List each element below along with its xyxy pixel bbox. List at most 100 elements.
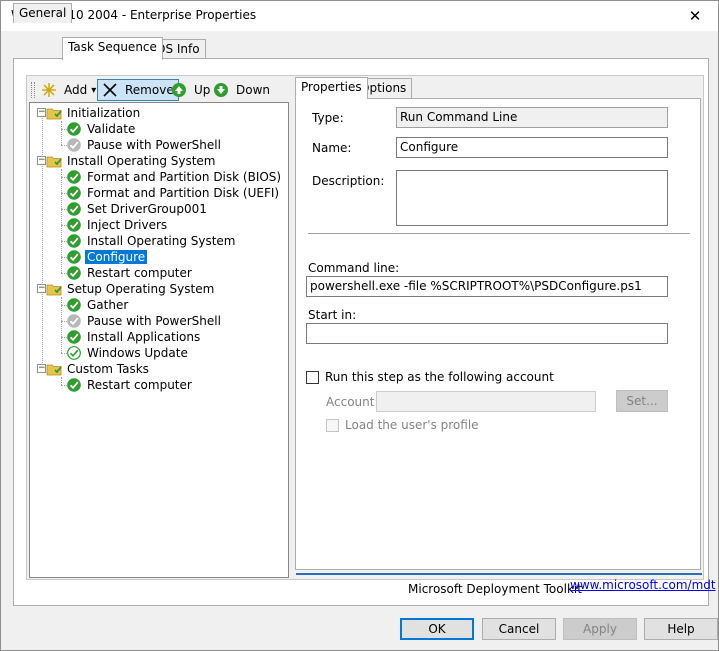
tree-item-label: Install Applications xyxy=(87,330,201,344)
task-sequence-tree[interactable]: − Initialization Validate Pause with PowerS… xyxy=(29,102,289,578)
cancel-button[interactable]: Cancel xyxy=(482,618,556,640)
load-profile-label: Load the user's profile xyxy=(345,418,479,432)
tree-group[interactable]: Initialization xyxy=(46,105,142,121)
command-line-label: Command line: xyxy=(308,261,400,275)
folder-icon xyxy=(46,108,62,120)
tree-step[interactable]: Set DriverGroup001 xyxy=(66,201,209,217)
tree-item-label: Format and Partition Disk (UEFI) xyxy=(87,186,280,200)
tree-item-label: Inject Drivers xyxy=(87,218,168,232)
properties-panel: Type: Run Command Line Name: Configure D… xyxy=(295,98,716,596)
toolbar-grip[interactable] xyxy=(31,82,35,98)
task-sequence-panel: Add ▾ Remove Up Down − Initialization Va… xyxy=(13,58,716,606)
mdt-link[interactable]: www.microsoft.com/mdt xyxy=(570,578,716,592)
tree-item-label: Restart computer xyxy=(87,378,192,392)
properties-dialog: Windows 10 2004 - Enterprise Properties … xyxy=(0,0,719,651)
check-icon xyxy=(67,218,81,232)
description-label: Description: xyxy=(312,174,385,188)
tree-step[interactable]: Pause with PowerShell xyxy=(66,313,223,329)
tree-item-label: Set DriverGroup001 xyxy=(87,202,207,216)
check-icon xyxy=(67,378,81,392)
tree-step[interactable]: Gather xyxy=(66,297,130,313)
tree-step[interactable]: Format and Partition Disk (BIOS) xyxy=(66,169,283,185)
tree-item-label: Gather xyxy=(87,298,129,312)
tree-step[interactable]: Inject Drivers xyxy=(66,217,169,233)
tree-item-label: Install Operating System xyxy=(67,154,216,168)
type-field: Run Command Line xyxy=(396,107,668,128)
arrow-up-icon xyxy=(172,83,186,97)
task-sequence-editor: Add ▾ Remove Up Down − Initialization Va… xyxy=(26,75,716,596)
tree-item-label: Restart computer xyxy=(87,266,192,280)
tab-properties[interactable]: Properties xyxy=(295,77,368,99)
collapse-icon[interactable]: − xyxy=(37,364,46,373)
tab-general[interactable]: General xyxy=(13,3,73,23)
add-button[interactable]: Add ▾ xyxy=(37,79,100,101)
collapse-icon[interactable]: − xyxy=(37,156,46,165)
title-bar: Windows 10 2004 - Enterprise Properties … xyxy=(1,1,718,31)
disabled-step-icon xyxy=(67,314,81,328)
separator xyxy=(308,233,690,234)
start-in-field[interactable] xyxy=(306,323,668,344)
add-button-label: Add xyxy=(64,83,88,97)
tree-step[interactable]: Configure xyxy=(66,249,148,265)
tree-group[interactable]: Install Operating System xyxy=(46,153,218,169)
tab-task-sequence[interactable]: Task Sequence xyxy=(62,37,163,60)
close-icon[interactable]: ✕ xyxy=(684,5,706,27)
tree-step[interactable]: Format and Partition Disk (UEFI) xyxy=(66,185,281,201)
tree-group[interactable]: Custom Tasks xyxy=(46,361,151,377)
tree-item-label: Validate xyxy=(87,122,136,136)
tree-step[interactable]: Restart computer xyxy=(66,377,194,393)
apply-button: Apply xyxy=(563,618,637,640)
account-field xyxy=(376,391,596,412)
tree-step[interactable]: Install Operating System xyxy=(66,233,238,249)
footer-brand: Microsoft Deployment Toolkit xyxy=(408,582,582,596)
tree-item-label: Install Operating System xyxy=(87,234,236,248)
type-label: Type: xyxy=(312,111,344,125)
tree-item-label: Format and Partition Disk (BIOS) xyxy=(87,170,282,184)
tree-item-label: Custom Tasks xyxy=(67,362,149,376)
disabled-step-icon xyxy=(67,138,81,152)
down-button-label: Down xyxy=(236,83,271,97)
tree-step[interactable]: Windows Update xyxy=(66,345,190,361)
up-button[interactable]: Up xyxy=(167,79,214,101)
description-field[interactable] xyxy=(396,170,668,226)
tree-step[interactable]: Install Applications xyxy=(66,329,202,345)
footer-bar xyxy=(296,573,702,575)
tree-step[interactable]: Restart computer xyxy=(66,265,194,281)
remove-x-icon xyxy=(103,83,117,97)
collapse-icon[interactable]: − xyxy=(37,284,46,293)
ok-button[interactable]: OK xyxy=(400,618,474,640)
check-icon xyxy=(67,170,81,184)
check-icon xyxy=(67,266,81,280)
tree-step[interactable]: Pause with PowerShell xyxy=(66,137,223,153)
down-button[interactable]: Down xyxy=(209,79,274,101)
account-label: Account: xyxy=(326,395,379,409)
tree-item-label: Pause with PowerShell xyxy=(87,138,221,152)
check-icon xyxy=(67,298,81,312)
command-line-field[interactable]: powershell.exe -file %SCRIPTROOT%\PSDCon… xyxy=(306,276,668,297)
add-star-icon xyxy=(42,83,56,97)
check-icon xyxy=(67,122,81,136)
name-field[interactable]: Configure xyxy=(396,137,668,158)
folder-icon xyxy=(46,364,62,376)
step-properties: Properties Options Type: Run Command Lin… xyxy=(295,77,716,596)
help-button[interactable]: Help xyxy=(644,618,718,640)
set-account-button: Set... xyxy=(616,390,668,412)
check-outline-icon xyxy=(67,346,81,360)
tree-connector xyxy=(61,169,62,273)
chevron-down-icon: ▾ xyxy=(91,84,97,96)
tree-connector xyxy=(61,297,62,353)
tree-group[interactable]: Setup Operating System xyxy=(46,281,216,297)
tree-item-label: Windows Update xyxy=(87,346,188,360)
collapse-icon[interactable]: − xyxy=(37,108,46,117)
tree-connector xyxy=(42,113,43,369)
tree-item-label: Pause with PowerShell xyxy=(87,314,221,328)
run-as-checkbox[interactable] xyxy=(306,371,319,384)
name-label: Name: xyxy=(312,141,352,155)
tree-item-label: Initialization xyxy=(67,106,141,120)
tree-step[interactable]: Validate xyxy=(66,121,137,137)
up-button-label: Up xyxy=(194,83,211,97)
arrow-down-icon xyxy=(214,83,228,97)
tree-item-label: Configure xyxy=(85,250,148,264)
folder-icon xyxy=(46,156,62,168)
check-icon xyxy=(67,186,81,200)
